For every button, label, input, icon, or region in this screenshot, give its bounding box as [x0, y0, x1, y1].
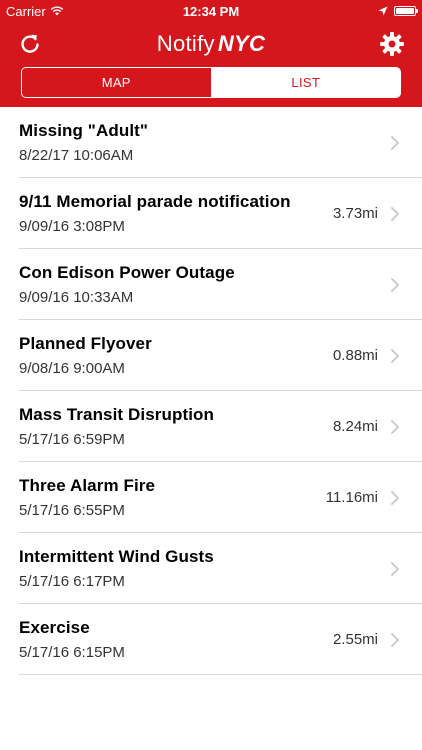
battery-icon [394, 6, 418, 16]
chevron-right-icon [391, 206, 399, 221]
notification-time: 8/22/17 10:06AM [19, 147, 134, 164]
notification-title: 9/11 Memorial parade notification [19, 192, 291, 211]
notification-distance: 11.16mi [325, 489, 378, 506]
list-item[interactable]: Mass Transit Disruption 5/17/16 6:59PM 8… [0, 391, 422, 462]
notification-title: Missing "Adult" [19, 121, 149, 140]
list-item[interactable]: Intermittent Wind Gusts 5/17/16 6:17PM [0, 533, 422, 604]
notification-title: Con Edison Power Outage [19, 263, 235, 282]
list-item[interactable]: Missing "Adult" 8/22/17 10:06AM [0, 107, 422, 178]
list-item[interactable]: Con Edison Power Outage 9/09/16 10:33AM [0, 249, 422, 320]
notification-time: 5/17/16 6:59PM [19, 431, 125, 448]
notification-time: 5/17/16 6:55PM [19, 502, 125, 519]
notification-list: Missing "Adult" 8/22/17 10:06AM 9/11 Mem… [0, 107, 422, 675]
notification-distance: 3.73mi [332, 205, 378, 222]
chevron-right-icon [391, 419, 399, 434]
notification-title: Planned Flyover [19, 334, 152, 353]
notification-title: Mass Transit Disruption [19, 405, 215, 424]
nav-bar: Notify NYC [0, 22, 422, 66]
notification-distance: 8.24mi [332, 418, 378, 435]
refresh-icon [21, 34, 39, 53]
app-title-nyc: NYC [217, 31, 266, 56]
list-item[interactable]: Exercise 5/17/16 6:15PM 2.55mi [0, 604, 422, 675]
chevron-right-icon [391, 490, 399, 505]
notification-title: Exercise [19, 618, 90, 637]
list-item[interactable]: 9/11 Memorial parade notification 9/09/1… [0, 178, 422, 249]
chevron-right-icon [391, 135, 399, 150]
tab-map[interactable]: MAP [22, 68, 212, 97]
chevron-right-icon [391, 348, 399, 363]
refresh-button[interactable] [14, 28, 46, 60]
notification-time: 9/09/16 10:33AM [19, 289, 134, 306]
notification-distance: 2.55mi [332, 631, 378, 648]
status-bar: Carrier 12:34 PM [0, 0, 422, 22]
tab-list[interactable]: LIST [211, 68, 400, 97]
notification-distance: 0.88mi [332, 347, 378, 364]
notification-time: 5/17/16 6:17PM [19, 573, 125, 590]
list-item[interactable]: Three Alarm Fire 5/17/16 6:55PM 11.16mi [0, 462, 422, 533]
view-toggle: MAP LIST [21, 67, 401, 98]
gear-icon [380, 32, 404, 56]
status-time: 12:34 PM [182, 3, 240, 19]
notification-title: Intermittent Wind Gusts [19, 547, 214, 566]
notification-time: 5/17/16 6:15PM [19, 644, 125, 661]
app-header: Carrier 12:34 PM Notify NYC MAP LIST [0, 0, 422, 107]
notification-time: 9/09/16 3:08PM [19, 218, 125, 235]
settings-button[interactable] [376, 28, 408, 60]
list-item[interactable]: Planned Flyover 9/08/16 9:00AM 0.88mi [0, 320, 422, 391]
notification-time: 9/08/16 9:00AM [19, 360, 125, 377]
chevron-right-icon [391, 632, 399, 647]
chevron-right-icon [391, 277, 399, 292]
app-title-notify: Notify [156, 31, 215, 56]
app-title: Notify NYC [157, 31, 265, 57]
chevron-right-icon [391, 561, 399, 576]
notification-title: Three Alarm Fire [19, 476, 156, 495]
